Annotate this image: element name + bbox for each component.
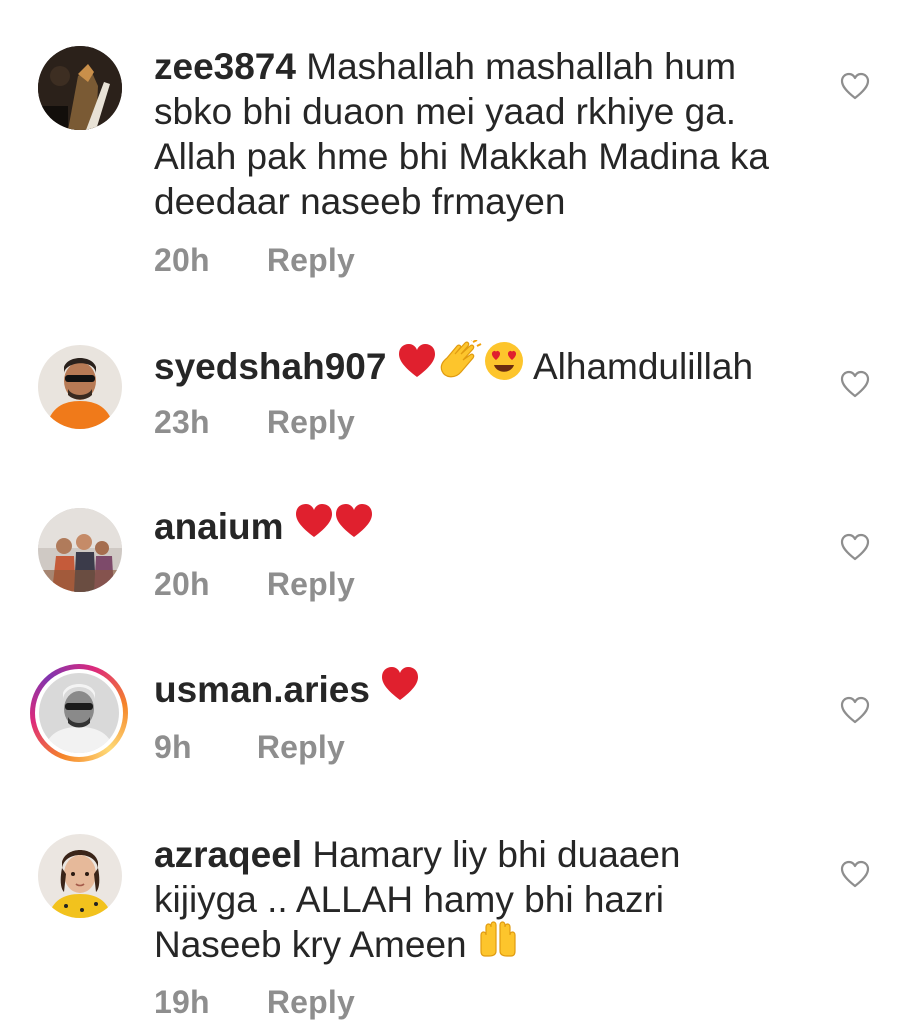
red-heart-emoji bbox=[334, 503, 374, 549]
reply-button[interactable]: Reply bbox=[267, 242, 355, 279]
reply-button[interactable]: Reply bbox=[257, 729, 345, 766]
comment-timestamp: 19h bbox=[154, 984, 210, 1020]
comment-text: azraqeel Hamary liy bhi duaaen kijiyga .… bbox=[154, 832, 714, 970]
comment-meta: 23h Reply bbox=[154, 404, 355, 441]
heart-outline-icon[interactable] bbox=[840, 72, 870, 100]
comment-timestamp: 20h bbox=[154, 242, 210, 278]
reply-button[interactable]: Reply bbox=[267, 404, 355, 441]
heart-outline-icon[interactable] bbox=[840, 696, 870, 724]
comment-item: usman.aries 9h Reply bbox=[0, 620, 922, 790]
reply-button[interactable]: Reply bbox=[267, 984, 355, 1021]
heart-outline-icon[interactable] bbox=[840, 860, 870, 888]
comment-text: anaium bbox=[154, 504, 814, 552]
comment-item: syedshah907 Alhamdulillah 23h Reply bbox=[0, 300, 922, 460]
comment-username[interactable]: zee3874 bbox=[154, 46, 296, 87]
red-heart-emoji bbox=[294, 503, 334, 549]
heart-outline-icon[interactable] bbox=[840, 533, 870, 561]
avatar[interactable] bbox=[38, 345, 122, 429]
comment-meta: 19h Reply bbox=[154, 984, 355, 1021]
comment-text: usman.aries bbox=[154, 667, 814, 715]
comment-username[interactable]: azraqeel bbox=[154, 834, 302, 875]
heart-outline-icon[interactable] bbox=[840, 370, 870, 398]
reply-button[interactable]: Reply bbox=[267, 566, 355, 603]
avatar[interactable] bbox=[38, 508, 122, 592]
avatar bbox=[35, 669, 123, 757]
comment-username[interactable]: usman.aries bbox=[154, 669, 370, 710]
comment-item: zee3874 Mashallah mashallah hum sbko bhi… bbox=[0, 0, 922, 300]
comment-timestamp: 9h bbox=[154, 729, 192, 765]
comment-text: syedshah907 Alhamdulillah bbox=[154, 337, 814, 395]
comment-text: zee3874 Mashallah mashallah hum sbko bhi… bbox=[154, 44, 814, 224]
avatar[interactable] bbox=[38, 834, 122, 918]
comment-body: Alhamdulillah bbox=[532, 345, 754, 387]
comment-meta: 20h Reply bbox=[154, 566, 355, 603]
red-heart-emoji bbox=[380, 666, 420, 712]
comment-meta: 20h Reply bbox=[154, 242, 355, 279]
comment-item: azraqeel Hamary liy bhi duaaen kijiyga .… bbox=[0, 790, 922, 1024]
red-heart-emoji bbox=[397, 343, 437, 389]
comment-timestamp: 20h bbox=[154, 566, 210, 602]
comment-timestamp: 23h bbox=[154, 404, 210, 440]
clapping-hands-emoji bbox=[437, 337, 483, 392]
avatar-story-ring[interactable] bbox=[30, 664, 128, 762]
comment-username[interactable]: anaium bbox=[154, 506, 284, 547]
comment-username[interactable]: syedshah907 bbox=[154, 346, 386, 387]
open-hands-emoji bbox=[477, 921, 519, 967]
comment-meta: 9h Reply bbox=[154, 729, 345, 766]
comment-item: anaium 20h Reply bbox=[0, 460, 922, 620]
avatar[interactable] bbox=[38, 46, 122, 130]
heart-eyes-face-emoji bbox=[483, 340, 525, 392]
avatar-image bbox=[39, 673, 119, 753]
